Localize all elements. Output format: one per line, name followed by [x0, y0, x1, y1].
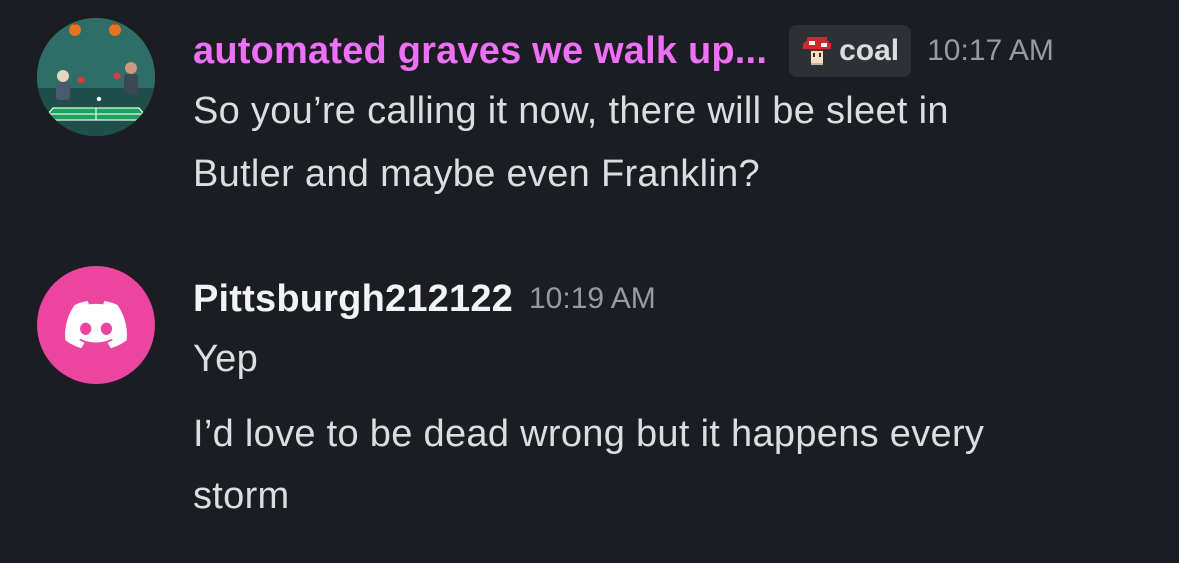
user-avatar[interactable]: [37, 266, 155, 384]
ping-pong-avatar-icon: [37, 18, 155, 136]
username[interactable]: automated graves we walk up...: [193, 30, 767, 73]
user-avatar[interactable]: [37, 18, 155, 136]
message-text-line: So you’re calling it now, there will be …: [193, 90, 949, 132]
discord-logo-icon: [65, 301, 127, 349]
message-text-line: Yep: [193, 338, 259, 380]
message-header: Pittsburgh212122 10:19 AM: [193, 276, 656, 322]
timestamp[interactable]: 10:19 AM: [529, 282, 656, 316]
mushroom-icon: [803, 37, 832, 65]
message-text-line: storm: [193, 475, 290, 517]
message-text-line: I’d love to be dead wrong but it happens…: [193, 413, 985, 455]
timestamp[interactable]: 10:17 AM: [927, 34, 1054, 68]
guild-tag[interactable]: coal: [789, 25, 912, 77]
guild-tag-label: coal: [839, 34, 900, 67]
message-header: automated graves we walk up... coal 10:1…: [193, 25, 1054, 77]
message-text-line: Butler and maybe even Franklin?: [193, 153, 760, 195]
username[interactable]: Pittsburgh212122: [193, 278, 513, 321]
